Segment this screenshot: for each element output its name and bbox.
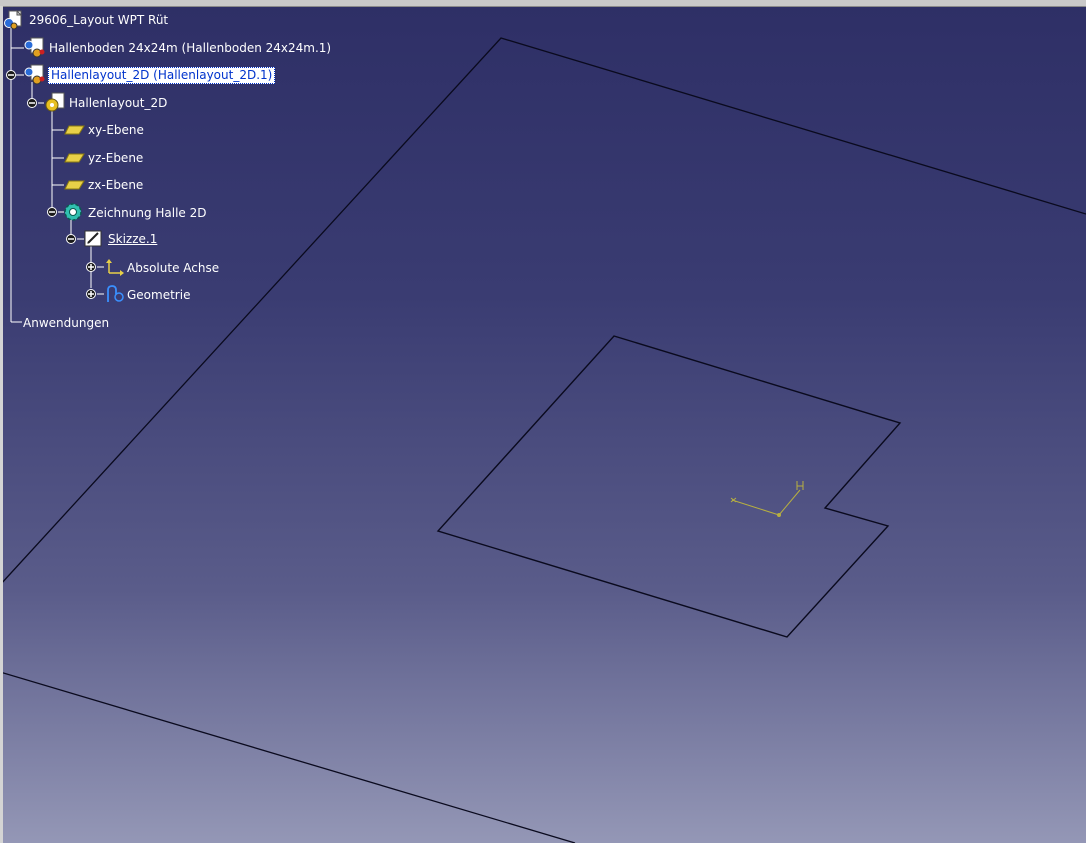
part-instance-icon[interactable] xyxy=(23,37,47,59)
plane-icon[interactable] xyxy=(64,152,86,164)
geometry-icon[interactable] xyxy=(104,284,126,304)
tree-item-zx-plane[interactable]: zx-Ebene xyxy=(88,178,143,193)
tree-root-label[interactable]: 29606_Layout WPT Rüt xyxy=(29,13,168,28)
product-icon[interactable] xyxy=(3,10,25,30)
tree-item-zeichnung[interactable]: Zeichnung Halle 2D xyxy=(88,206,207,221)
floor-plate-front-edge[interactable] xyxy=(0,671,576,843)
window-left-border xyxy=(0,6,3,843)
collapse-node-icon[interactable] xyxy=(66,234,76,244)
3d-viewport[interactable]: 29606_Layout WPT Rüt Hallenboden 24x24m … xyxy=(0,0,1086,843)
tree-item-hallenlayout-instance[interactable]: Hallenlayout_2D (Hallenlayout_2D.1) xyxy=(48,67,276,84)
catia-window: 29606_Layout WPT Rüt Hallenboden 24x24m … xyxy=(0,0,1086,843)
window-top-border xyxy=(0,0,1086,7)
tree-item-sketch[interactable]: Skizze.1 xyxy=(108,232,157,247)
expand-node-icon[interactable] xyxy=(86,262,96,272)
sketch-icon[interactable] xyxy=(83,229,105,249)
plane-icon[interactable] xyxy=(64,179,86,191)
tree-item-geometry[interactable]: Geometrie xyxy=(127,288,190,303)
collapse-node-icon[interactable] xyxy=(27,98,37,108)
part-instance-icon[interactable] xyxy=(23,64,47,86)
body-gear-icon[interactable] xyxy=(63,202,85,224)
collapse-node-icon[interactable] xyxy=(47,207,57,217)
axis-icon[interactable] xyxy=(104,257,126,277)
part-gear-icon[interactable] xyxy=(43,92,67,114)
tree-item-xy-plane[interactable]: xy-Ebene xyxy=(88,123,144,138)
sketch-outline[interactable] xyxy=(436,335,902,638)
tree-item-hallenboden[interactable]: Hallenboden 24x24m (Hallenboden 24x24m.1… xyxy=(49,41,331,56)
collapse-node-icon[interactable] xyxy=(6,70,16,80)
tree-item-hallenlayout-part[interactable]: Hallenlayout_2D xyxy=(69,96,167,111)
expand-node-icon[interactable] xyxy=(86,289,96,299)
tree-applications[interactable]: Anwendungen xyxy=(23,316,109,331)
tree-item-absolute-axis[interactable]: Absolute Achse xyxy=(127,261,219,276)
absolute-axis-glyph[interactable] xyxy=(730,481,804,517)
tree-item-yz-plane[interactable]: yz-Ebene xyxy=(88,151,143,166)
plane-icon[interactable] xyxy=(64,124,86,136)
specification-tree: 29606_Layout WPT Rüt Hallenboden 24x24m … xyxy=(0,0,400,340)
